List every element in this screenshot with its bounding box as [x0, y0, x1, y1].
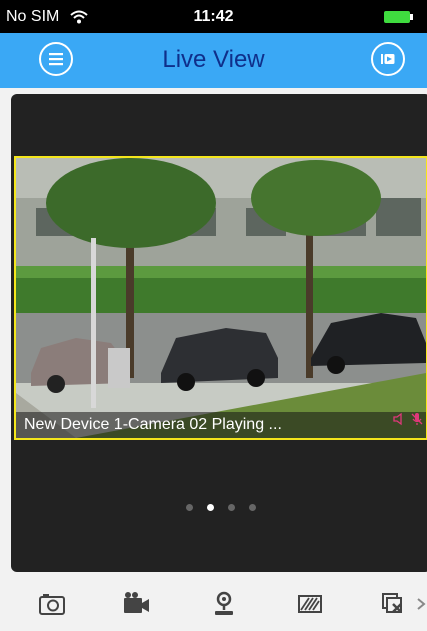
ptz-icon[interactable]: [208, 588, 240, 620]
page-dot[interactable]: [249, 504, 256, 511]
page-dot[interactable]: [186, 504, 193, 511]
page-title: Live View: [162, 46, 265, 73]
clock: 11:42: [193, 8, 234, 25]
live-view-area[interactable]: New Device 1-Camera 02 Playing ...: [11, 94, 427, 572]
close-all-icon[interactable]: [377, 588, 409, 620]
bottom-toolbar: [0, 578, 427, 631]
page-dot[interactable]: [228, 504, 235, 511]
playback-icon: [381, 54, 395, 64]
microphone-muted-icon[interactable]: [410, 412, 424, 426]
page-dot-active[interactable]: [207, 504, 214, 511]
speaker-muted-icon[interactable]: [392, 412, 406, 426]
more-icon[interactable]: [414, 588, 427, 620]
image-quality-icon[interactable]: [294, 588, 326, 620]
video-window[interactable]: New Device 1-Camera 02 Playing ...: [14, 156, 427, 440]
camera-feed-image: [16, 158, 426, 438]
status-bar: No SIM 11:42: [0, 0, 427, 33]
record-icon[interactable]: [120, 588, 152, 620]
snapshot-icon[interactable]: [36, 588, 68, 620]
page-indicator[interactable]: [11, 504, 427, 511]
playback-button[interactable]: [371, 42, 405, 76]
nav-bar: Live View: [0, 33, 427, 88]
battery-icon: [384, 11, 413, 23]
video-caption-bar: New Device 1-Camera 02 Playing ...: [16, 412, 426, 438]
camera-status-text: New Device 1-Camera 02 Playing ...: [24, 416, 282, 433]
